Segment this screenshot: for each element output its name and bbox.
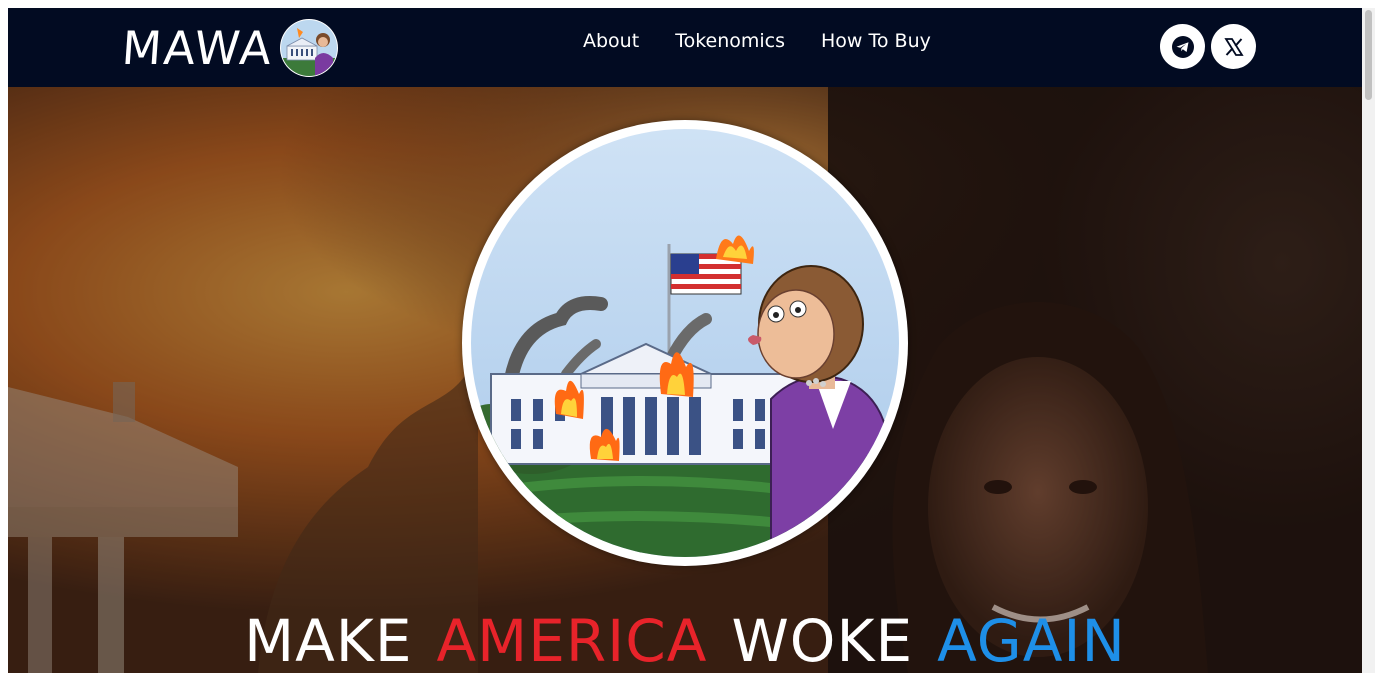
x-icon: [1223, 37, 1244, 56]
burning-white-house-illustration: [471, 129, 899, 557]
white-house-logo-icon[interactable]: [279, 18, 339, 78]
navbar: MAWA About Tokenomics How To Buy: [8, 8, 1362, 87]
telegram-icon: [1171, 35, 1194, 58]
page-scrollbar[interactable]: [1362, 8, 1375, 673]
hero-slogan: MAKE AMERICA WOKE AGAIN: [8, 607, 1362, 673]
telegram-button[interactable]: [1160, 24, 1205, 69]
nav-link-tokenomics[interactable]: Tokenomics: [675, 30, 785, 52]
brand-name[interactable]: MAWA: [120, 21, 275, 75]
slogan-word-america: AMERICA: [436, 607, 708, 673]
hero-section: MAKE AMERICA WOKE AGAIN: [8, 87, 1362, 673]
social-links: [1160, 24, 1256, 69]
nav-link-how-to-buy[interactable]: How To Buy: [821, 30, 931, 52]
nav-links: About Tokenomics How To Buy: [583, 30, 931, 52]
scrollbar-thumb[interactable]: [1365, 10, 1372, 100]
slogan-word-make: MAKE: [244, 607, 413, 673]
slogan-word-again: AGAIN: [937, 607, 1126, 673]
brand[interactable]: MAWA: [120, 16, 339, 80]
x-button[interactable]: [1211, 24, 1256, 69]
slogan-word-woke: WOKE: [731, 607, 914, 673]
hero-illustration-frame: [462, 120, 908, 566]
browser-viewport: MAWA About Tokenomics How To Buy MAKE AM…: [8, 8, 1362, 673]
nav-link-about[interactable]: About: [583, 30, 639, 52]
